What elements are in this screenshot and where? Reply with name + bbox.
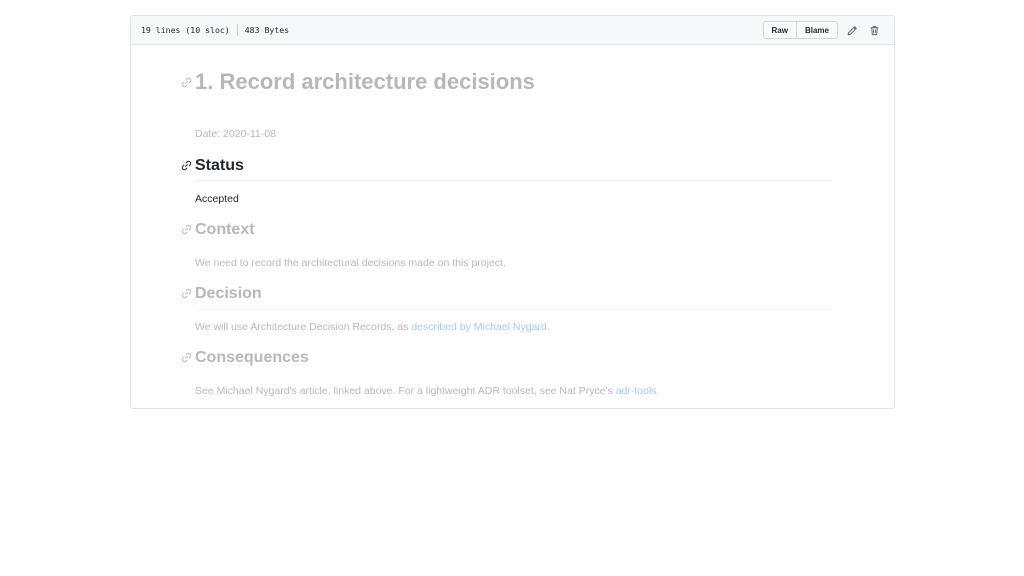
nygard-link[interactable]: described by Michael Nygard	[411, 321, 546, 333]
heading-status: Status	[181, 157, 244, 175]
divider	[195, 309, 832, 310]
pencil-icon[interactable]	[844, 22, 860, 38]
heading-consequences-text: Consequences	[195, 349, 309, 366]
file-info-divider	[236, 24, 238, 36]
file-header: 19 lines (10 sloc) 483 Bytes Raw Blame	[131, 16, 894, 45]
title-text: 1. Record architecture decisions	[195, 69, 535, 94]
heading-decision: Decision	[181, 285, 262, 303]
decision-body: We will use Architecture Decision Record…	[195, 321, 550, 333]
consequences-body-text: See Michael Nygard's article, linked abo…	[195, 385, 616, 397]
heading-decision-text: Decision	[195, 285, 262, 302]
adr-tools-link[interactable]: adr-tools	[616, 385, 657, 397]
blame-button[interactable]: Blame	[796, 21, 838, 39]
status-body: Accepted	[195, 193, 239, 205]
heading-context-text: Context	[195, 221, 255, 238]
heading-context: Context	[181, 221, 255, 239]
decision-body-text: We will use Architecture Decision Record…	[195, 321, 412, 333]
size-info: 483 Bytes	[244, 25, 290, 35]
raw-button[interactable]: Raw	[762, 21, 797, 39]
divider	[195, 180, 832, 181]
heading-status-text: Status	[195, 157, 244, 174]
date-line: Date: 2020-11-08	[195, 128, 276, 140]
file-actions: Raw Blame	[762, 21, 882, 39]
consequences-body: See Michael Nygard's article, linked abo…	[195, 385, 659, 397]
context-body: We need to record the architectural deci…	[195, 257, 506, 269]
view-button-group: Raw Blame	[762, 21, 838, 39]
consequences-anchor-link-icon[interactable]	[181, 352, 192, 363]
consequences-body-end: .	[656, 385, 660, 397]
decision-anchor-link-icon[interactable]	[181, 288, 192, 299]
file-box: 19 lines (10 sloc) 483 Bytes Raw Blame 1…	[130, 15, 895, 409]
document-title: 1. Record architecture decisions	[181, 69, 535, 95]
title-anchor-link-icon[interactable]	[181, 77, 192, 88]
status-anchor-link-icon[interactable]	[181, 160, 192, 171]
context-anchor-link-icon[interactable]	[181, 224, 192, 235]
trash-icon[interactable]	[866, 22, 882, 38]
file-info: 19 lines (10 sloc) 483 Bytes	[141, 16, 289, 44]
lines-info: 19 lines (10 sloc)	[141, 25, 230, 35]
decision-body-end: .	[546, 321, 550, 333]
heading-consequences: Consequences	[181, 349, 309, 367]
